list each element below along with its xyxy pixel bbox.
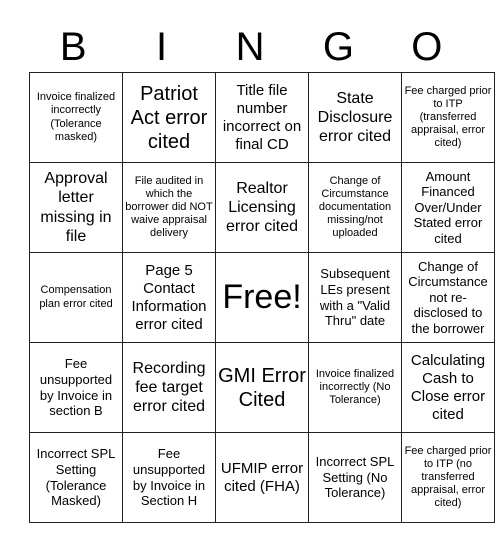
header-letter-i: I [156, 25, 168, 69]
bingo-cell[interactable]: Approval letter missing in file [29, 162, 123, 253]
bingo-header: B I N G O [29, 22, 471, 72]
bingo-cell[interactable]: Fee unsupported by Invoice in Section H [122, 432, 216, 523]
bingo-row: Fee unsupported by Invoice in section B … [29, 342, 495, 433]
header-letter-o: O [411, 25, 443, 69]
bingo-cell[interactable]: Title file number incorrect on final CD [215, 72, 309, 163]
bingo-cell[interactable]: Fee charged prior to ITP (transferred ap… [401, 72, 495, 163]
bingo-cell[interactable]: Invoice finalized incorrectly (Tolerance… [29, 72, 123, 163]
bingo-cell[interactable]: Incorrect SPL Setting (Tolerance Masked) [29, 432, 123, 523]
bingo-row: Approval letter missing in file File aud… [29, 162, 495, 253]
bingo-row: Compensation plan error cited Page 5 Con… [29, 252, 495, 343]
bingo-row: Incorrect SPL Setting (Tolerance Masked)… [29, 432, 495, 523]
bingo-cell[interactable]: Incorrect SPL Setting (No Tolerance) [308, 432, 402, 523]
bingo-cell[interactable]: Fee charged prior to ITP (no transferred… [401, 432, 495, 523]
bingo-cell[interactable]: Invoice finalized incorrectly (No Tolera… [308, 342, 402, 433]
bingo-cell[interactable]: Patriot Act error cited [122, 72, 216, 163]
header-letter-b: B [59, 25, 87, 69]
bingo-cell[interactable]: Calculating Cash to Close error cited [401, 342, 495, 433]
free-space[interactable]: Free! [215, 252, 309, 343]
bingo-card: Invoice finalized incorrectly (Tolerance… [29, 72, 495, 523]
bingo-row: Invoice finalized incorrectly (Tolerance… [29, 72, 495, 163]
header-letter-g: G [322, 25, 354, 69]
bingo-cell[interactable]: Change of Circumstance documentation mis… [308, 162, 402, 253]
bingo-cell[interactable]: Recording fee target error cited [122, 342, 216, 433]
bingo-cell[interactable]: Realtor Licensing error cited [215, 162, 309, 253]
bingo-cell[interactable]: GMI Error Cited [215, 342, 309, 433]
bingo-cell[interactable]: Fee unsupported by Invoice in section B [29, 342, 123, 433]
bingo-cell[interactable]: State Disclosure error cited [308, 72, 402, 163]
bingo-cell[interactable]: Compensation plan error cited [29, 252, 123, 343]
header-letter-n: N [235, 25, 265, 69]
bingo-cell[interactable]: UFMIP error cited (FHA) [215, 432, 309, 523]
bingo-cell[interactable]: Subsequent LEs present with a "Valid Thr… [308, 252, 402, 343]
bingo-cell[interactable]: Amount Financed Over/Under Stated error … [401, 162, 495, 253]
bingo-cell[interactable]: Page 5 Contact Information error cited [122, 252, 216, 343]
bingo-cell[interactable]: File audited in which the borrower did N… [122, 162, 216, 253]
bingo-cell[interactable]: Change of Circumstance not re-disclosed … [401, 252, 495, 343]
